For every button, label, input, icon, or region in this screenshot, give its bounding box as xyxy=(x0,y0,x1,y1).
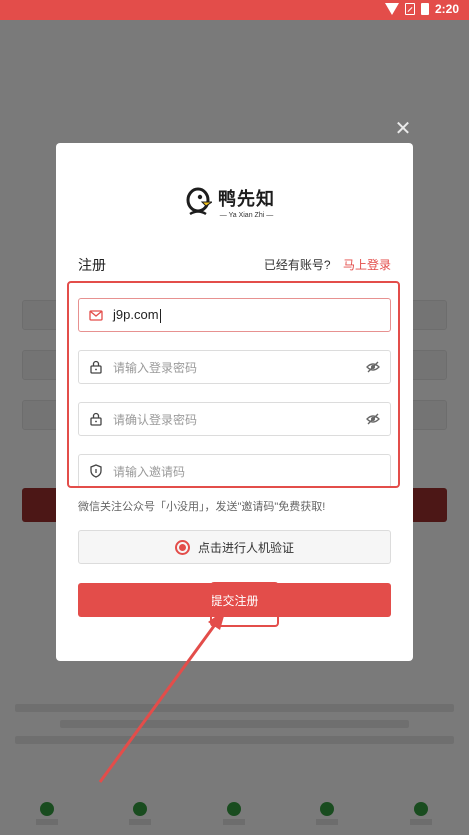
lock-icon xyxy=(90,412,102,426)
email-field[interactable]: j9p.com xyxy=(78,298,391,332)
submit-label: 提交注册 xyxy=(210,593,259,608)
password-field[interactable]: 请输入登录密码 xyxy=(78,350,391,384)
verify-label: 点击进行人机验证 xyxy=(197,540,294,555)
wifi-icon xyxy=(384,3,399,15)
logo-name: 鸭先知 xyxy=(218,189,275,209)
captcha-verify-button[interactable]: 点击进行人机验证 xyxy=(78,530,391,564)
app-logo: 鸭先知 — Ya Xian Zhi — xyxy=(186,185,275,219)
close-icon[interactable]: ✕ xyxy=(394,119,412,139)
status-bar: 2:20 xyxy=(0,0,469,20)
duck-logo-icon xyxy=(186,187,212,216)
login-link[interactable]: 马上登录 xyxy=(343,258,391,272)
register-modal: 鸭先知 — Ya Xian Zhi — 注册 已经有账号? 马上登录 j9p.c… xyxy=(56,143,413,661)
invite-hint: 微信关注公众号「小没用」，发送"邀请码"免费获取! xyxy=(78,501,326,513)
login-hint: 已经有账号? xyxy=(263,258,331,272)
logo-subtitle: — Ya Xian Zhi — xyxy=(219,212,274,219)
shield-icon xyxy=(90,464,102,478)
eye-off-icon[interactable] xyxy=(366,412,380,426)
submit-register-button[interactable]: 提交注册 xyxy=(78,583,391,617)
invite-code-placeholder: 请输入邀请码 xyxy=(113,464,186,479)
battery-icon xyxy=(420,3,429,15)
radio-icon xyxy=(174,539,190,555)
eye-off-icon[interactable] xyxy=(366,360,380,374)
lock-icon xyxy=(90,360,102,374)
email-value: j9p.com xyxy=(113,307,159,323)
confirm-password-field[interactable]: 请确认登录密码 xyxy=(78,402,391,436)
password-placeholder: 请输入登录密码 xyxy=(113,360,198,375)
invite-code-field[interactable]: 请输入邀请码 xyxy=(78,454,391,488)
sim-icon xyxy=(404,3,415,15)
confirm-password-placeholder: 请确认登录密码 xyxy=(113,412,198,427)
register-title: 注册 xyxy=(78,257,106,273)
status-time: 2:20 xyxy=(434,2,459,16)
text-caret xyxy=(159,308,161,323)
mail-icon xyxy=(89,310,103,321)
